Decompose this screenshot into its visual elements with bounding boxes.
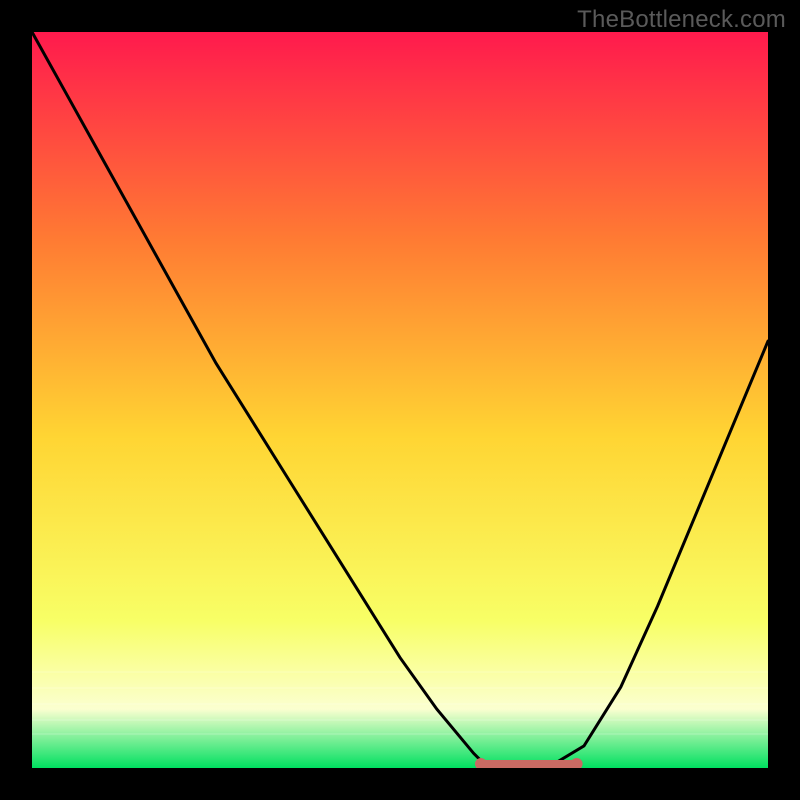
- watermark-text: TheBottleneck.com: [577, 6, 786, 34]
- plot-area: [32, 32, 768, 768]
- chart-svg: [32, 32, 768, 768]
- chart-frame: TheBottleneck.com: [0, 0, 800, 800]
